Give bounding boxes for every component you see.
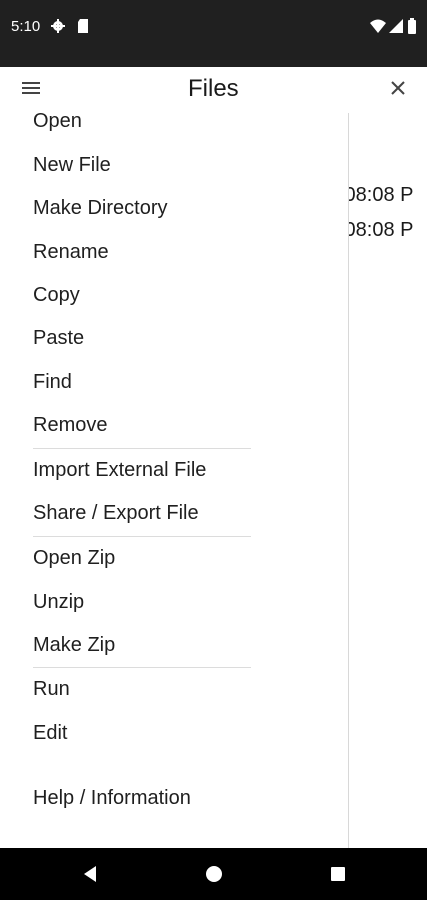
menu-item-open[interactable]: Open [33, 110, 82, 133]
menu-item-unzip[interactable]: Unzip [33, 591, 84, 614]
hamburger-menu-icon[interactable] [22, 81, 40, 95]
menu-item-open-zip[interactable]: Open Zip [33, 547, 115, 570]
menu-divider [33, 448, 251, 449]
gear-icon [51, 19, 65, 33]
close-icon[interactable] [389, 79, 407, 97]
file-timestamp: :08:08 P [349, 219, 414, 241]
status-time: 5:10 [11, 18, 41, 35]
menu-item-edit[interactable]: Edit [33, 722, 67, 745]
file-actions-menu: Open New File Make Directory Rename Copy… [0, 104, 348, 848]
back-icon[interactable] [78, 862, 102, 886]
signal-icon [389, 19, 403, 33]
sd-card-icon [78, 19, 88, 33]
menu-item-remove[interactable]: Remove [33, 414, 107, 437]
menu-item-rename[interactable]: Rename [33, 241, 109, 264]
file-list-background: :08:08 P :08:08 P [348, 104, 427, 848]
menu-item-import-external-file[interactable]: Import External File [33, 459, 206, 482]
status-bar: 5:10 [0, 0, 427, 67]
battery-icon [408, 18, 416, 34]
wifi-icon [370, 19, 386, 33]
menu-item-paste[interactable]: Paste [33, 327, 84, 350]
navigation-bar [0, 848, 427, 900]
menu-item-share-export-file[interactable]: Share / Export File [33, 502, 199, 525]
menu-divider [33, 536, 251, 537]
recents-icon[interactable] [326, 862, 350, 886]
menu-item-find[interactable]: Find [33, 371, 72, 394]
menu-item-make-zip[interactable]: Make Zip [33, 634, 115, 657]
page-title: Files [188, 75, 239, 102]
file-timestamp: :08:08 P [349, 184, 414, 206]
menu-item-make-directory[interactable]: Make Directory [33, 197, 167, 220]
menu-item-copy[interactable]: Copy [33, 284, 80, 307]
menu-item-run[interactable]: Run [33, 678, 70, 701]
menu-item-help-information[interactable]: Help / Information [33, 787, 191, 810]
menu-divider [33, 667, 251, 668]
menu-item-new-file[interactable]: New File [33, 154, 111, 177]
home-icon[interactable] [202, 862, 226, 886]
